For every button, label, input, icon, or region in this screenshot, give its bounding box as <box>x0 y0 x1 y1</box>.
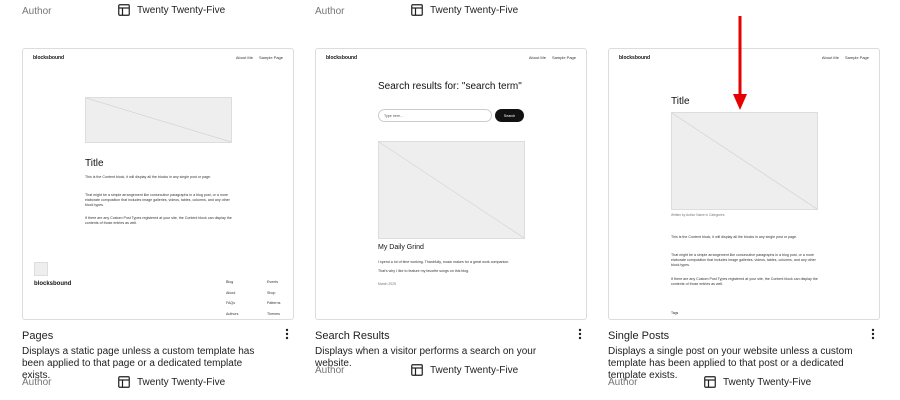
logo-placeholder <box>34 262 48 276</box>
preview-post-excerpt: That's why I like to feature my favorite… <box>378 269 470 273</box>
preview-paragraph: That might be a simple arrangement like … <box>85 193 230 207</box>
preview-post-title: My Daily Grind <box>378 244 424 251</box>
preview-footer-link: Blog <box>226 280 234 284</box>
layout-icon <box>118 4 130 16</box>
template-card-search-results: blocksbound About Me Sample Page Search r… <box>315 48 587 390</box>
preview-footer-title: blocksbound <box>34 281 72 287</box>
preview-heading: Search results for: "search term" <box>378 81 522 92</box>
preview-footer-link: FAQs <box>226 301 235 305</box>
preview-nav-item: Sample Page <box>551 55 576 60</box>
preview-paragraph: If there are any Custom Post Types regis… <box>85 216 232 225</box>
preview-footer-link: Patterns <box>267 301 281 305</box>
preview-search-button: Search <box>495 109 524 122</box>
theme-meta: Twenty Twenty-Five <box>411 364 518 376</box>
preview-footer-col: Events Shop Patterns Themes <box>267 277 280 319</box>
preview-footer-link: Themes <box>267 311 280 316</box>
preview-paragraph: That might be a simple arrangement like … <box>671 253 816 267</box>
more-actions-icon[interactable] <box>866 326 880 342</box>
preview-footer-link: Authors <box>226 311 239 316</box>
preview-post-excerpt: I spend a lot of time working. Thankfull… <box>378 260 510 264</box>
preview-site-title: blocksbound <box>619 55 651 61</box>
annotation-arrow-icon <box>733 16 747 110</box>
template-title[interactable]: Search Results <box>315 330 390 342</box>
preview-nav-item: Sample Page <box>844 55 869 60</box>
template-card-pages: blocksbound About Me Sample Page Title Th… <box>22 48 294 390</box>
preview-site-title: blocksbound <box>33 55 65 61</box>
theme-name: Twenty Twenty-Five <box>430 364 519 376</box>
more-actions-icon[interactable] <box>280 326 294 342</box>
author-label: Author <box>608 377 638 388</box>
preview-footer-link: Shop <box>267 290 276 295</box>
image-placeholder <box>85 97 232 143</box>
preview-tags-label: Tags <box>671 311 679 315</box>
template-title[interactable]: Pages <box>22 330 53 342</box>
preview-nav-item: About Me <box>821 55 839 60</box>
author-label: Author <box>315 365 345 376</box>
preview-heading: Title <box>85 158 104 169</box>
preview-nav: About Me Sample Page <box>230 55 283 60</box>
preview-nav: About Me Sample Page <box>816 55 869 60</box>
layout-icon <box>411 364 423 376</box>
template-preview[interactable]: blocksbound About Me Sample Page Title Th… <box>22 48 294 320</box>
preview-heading: Title <box>671 96 690 107</box>
theme-meta: Twenty Twenty-Five <box>118 376 225 388</box>
preview-paragraph: This is the Content block, it will displ… <box>671 235 798 239</box>
layout-icon <box>411 4 423 16</box>
preview-byline: Written by Author Name in Categories <box>671 213 725 217</box>
preview-nav-item: About Me <box>528 55 546 60</box>
preview-paragraph: This is the Content block, it will displ… <box>85 175 212 179</box>
template-preview[interactable]: blocksbound About Me Sample Page Search r… <box>315 48 587 320</box>
image-placeholder <box>671 112 818 210</box>
theme-name: Twenty Twenty-Five <box>137 4 226 16</box>
theme-name: Twenty Twenty-Five <box>430 4 519 16</box>
preview-nav-item: About Me <box>235 55 253 60</box>
author-label: Author <box>22 6 52 17</box>
theme-meta: Twenty Twenty-Five <box>411 4 518 16</box>
image-placeholder <box>378 141 525 239</box>
theme-meta: Twenty Twenty-Five <box>704 376 811 388</box>
template-title[interactable]: Single Posts <box>608 330 669 342</box>
preview-site-title: blocksbound <box>326 55 358 61</box>
preview-post-date: March 2025 <box>378 282 396 286</box>
preview-nav: About Me Sample Page <box>523 55 576 60</box>
preview-footer-link: About <box>226 290 236 295</box>
preview-paragraph: If there are any Custom Post Types regis… <box>671 277 818 286</box>
author-label: Author <box>315 6 345 17</box>
preview-search-input: Type here... <box>378 109 492 122</box>
author-label: Author <box>22 377 52 388</box>
theme-name: Twenty Twenty-Five <box>723 376 812 388</box>
previous-row-meta: Author Twenty Twenty-Five Author Twenty … <box>0 0 900 26</box>
preview-footer-col: Blog About FAQs Authors <box>226 277 238 319</box>
layout-icon <box>704 376 716 388</box>
preview-footer-link: Events <box>267 280 278 284</box>
layout-icon <box>118 376 130 388</box>
theme-name: Twenty Twenty-Five <box>137 376 226 388</box>
theme-meta: Twenty Twenty-Five <box>118 4 225 16</box>
preview-nav-item: Sample Page <box>258 55 283 60</box>
more-actions-icon[interactable] <box>573 326 587 342</box>
